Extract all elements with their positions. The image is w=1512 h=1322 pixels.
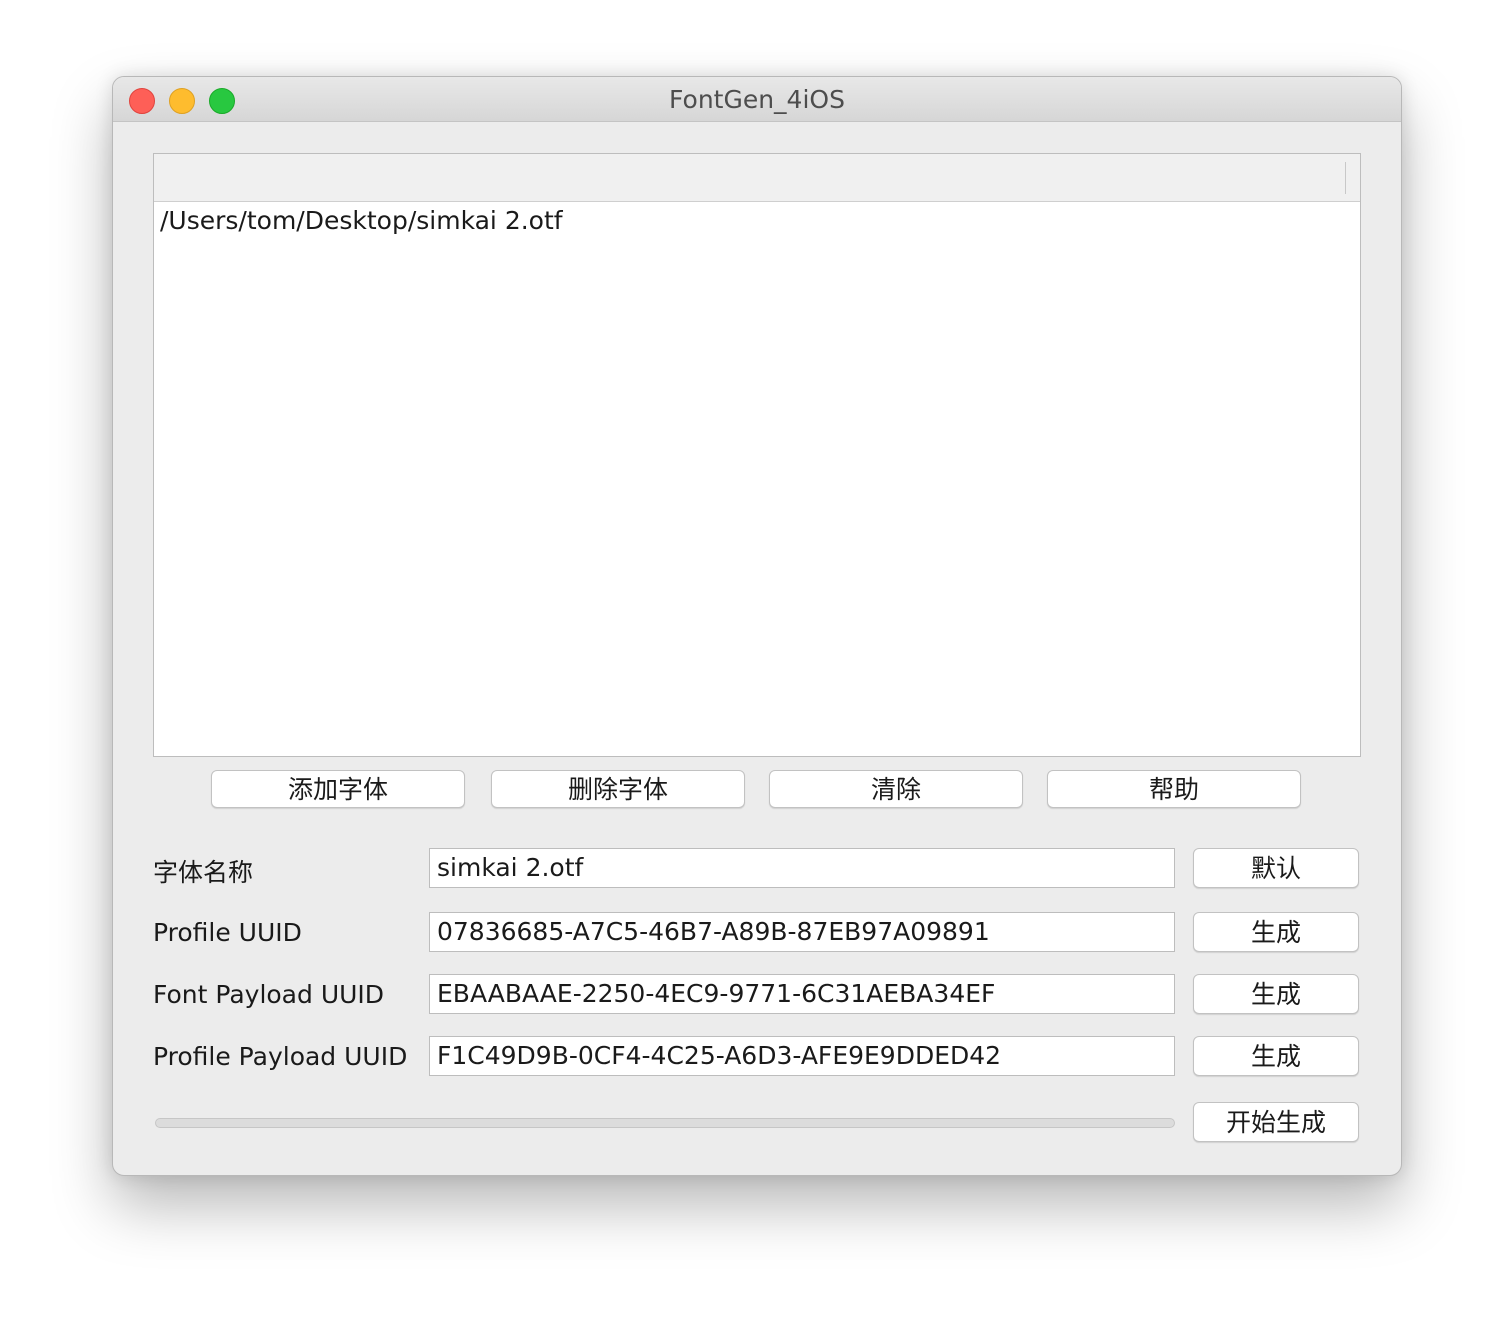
help-button[interactable]: 帮助: [1047, 770, 1301, 808]
header-separator: [1345, 162, 1346, 194]
font-payload-uuid-label: Font Payload UUID: [153, 980, 385, 1009]
generate-profile-uuid-button[interactable]: 生成: [1193, 912, 1359, 952]
list-header: [154, 154, 1360, 202]
generate-font-payload-uuid-button[interactable]: 生成: [1193, 974, 1359, 1014]
font-file-list[interactable]: /Users/tom/Desktop/simkai 2.otf: [153, 153, 1361, 757]
clear-button[interactable]: 清除: [769, 770, 1023, 808]
font-payload-uuid-field[interactable]: [429, 974, 1175, 1014]
profile-payload-uuid-field[interactable]: [429, 1036, 1175, 1076]
generate-profile-payload-uuid-button[interactable]: 生成: [1193, 1036, 1359, 1076]
title-bar[interactable]: FontGen_4iOS: [113, 77, 1401, 122]
list-item[interactable]: /Users/tom/Desktop/simkai 2.otf: [160, 206, 563, 235]
remove-font-button[interactable]: 删除字体: [491, 770, 745, 808]
window-title: FontGen_4iOS: [669, 85, 845, 114]
profile-payload-uuid-label: Profile Payload UUID: [153, 1042, 408, 1071]
progress-bar: [155, 1118, 1175, 1128]
default-name-button[interactable]: 默认: [1193, 848, 1359, 888]
profile-uuid-field[interactable]: [429, 912, 1175, 952]
font-name-label: 字体名称: [153, 858, 254, 887]
font-name-field[interactable]: [429, 848, 1175, 888]
app-window: FontGen_4iOS /Users/tom/Desktop/simkai 2…: [112, 76, 1402, 1176]
add-font-button[interactable]: 添加字体: [211, 770, 465, 808]
start-generate-button[interactable]: 开始生成: [1193, 1102, 1359, 1142]
profile-uuid-label: Profile UUID: [153, 918, 302, 947]
